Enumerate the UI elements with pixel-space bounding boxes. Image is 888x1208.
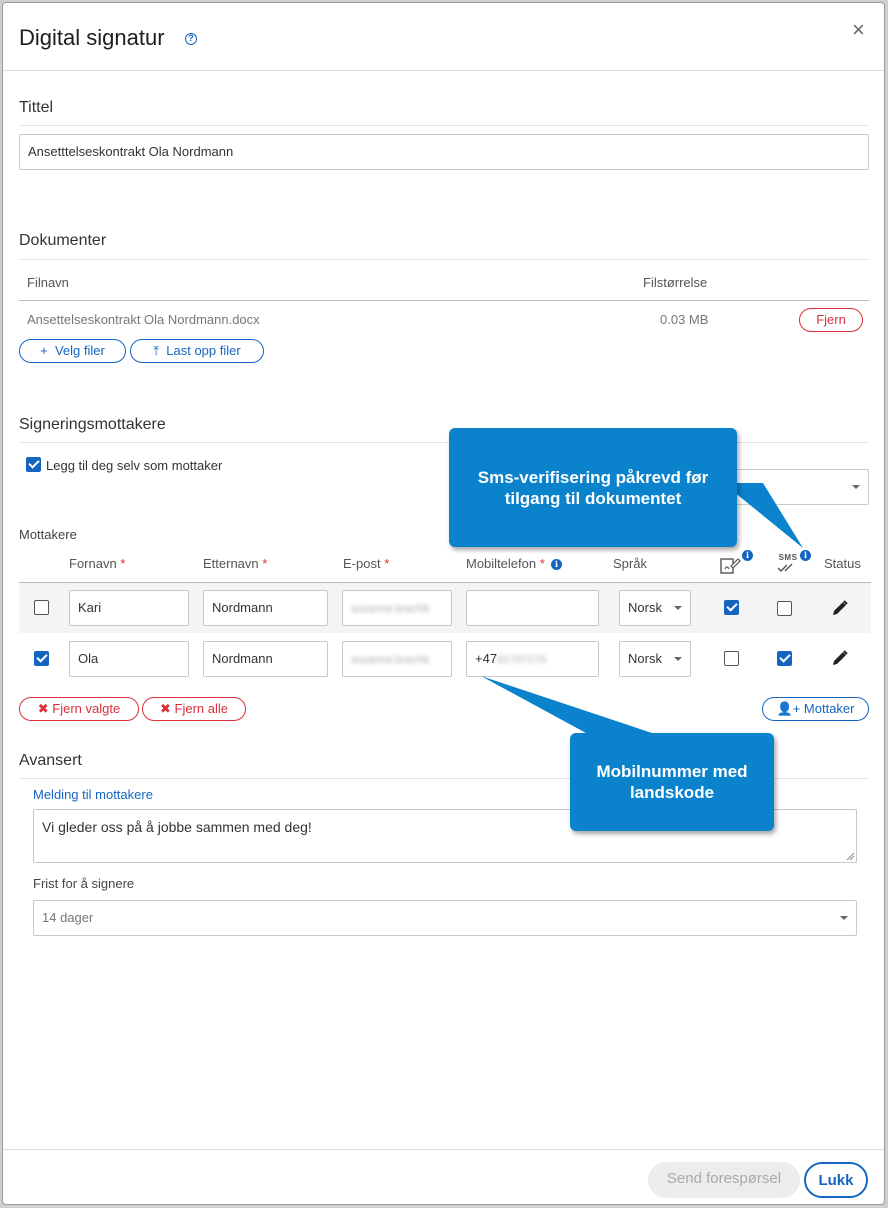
- column-header-language: Språk: [613, 556, 647, 571]
- upload-files-button[interactable]: ⤒ Last opp filer: [130, 339, 264, 363]
- sms-required-checkbox[interactable]: [777, 651, 792, 666]
- documents-section-heading: Dokumenter: [19, 232, 107, 249]
- add-recipient-button[interactable]: 👤+ Mottaker: [762, 697, 869, 721]
- choose-files-button[interactable]: + Velg filer: [19, 339, 126, 363]
- column-header-status: Status: [824, 556, 861, 571]
- divider: [19, 442, 869, 443]
- mobile-country-code: +47: [475, 651, 498, 666]
- required-mark: *: [262, 556, 268, 571]
- edit-pencil-icon[interactable]: [831, 649, 849, 667]
- title-input[interactable]: Ansetttelseskontrakt Ola Nordmann: [19, 134, 869, 170]
- close-icon[interactable]: ×: [852, 19, 865, 41]
- sign-required-checkbox[interactable]: [724, 600, 739, 615]
- signature-icon: [720, 558, 741, 574]
- remove-all-label: Fjern alle: [174, 701, 228, 716]
- remove-selected-button[interactable]: ✖ Fjern valgte: [19, 697, 139, 721]
- required-mark: *: [120, 556, 126, 571]
- recipients-label: Mottakere: [19, 527, 77, 542]
- firstname-input[interactable]: Kari: [69, 590, 189, 626]
- column-header-email: E-post *: [343, 556, 389, 571]
- advanced-section-heading: Avansert: [19, 752, 82, 769]
- mobile-info-icon[interactable]: i: [551, 559, 562, 570]
- email-input[interactable]: suzanne.brachb: [342, 641, 452, 677]
- remove-file-button[interactable]: Fjern: [799, 308, 863, 332]
- row-select-checkbox[interactable]: [34, 600, 49, 615]
- column-header-filename: Filnavn: [27, 275, 69, 290]
- divider: [19, 125, 869, 126]
- x-icon: ✖: [160, 701, 175, 716]
- dialog-footer: Send forespørsel Lukk: [3, 1149, 884, 1204]
- upload-files-label: Last opp filer: [166, 343, 241, 358]
- table-header-divider: [19, 300, 869, 301]
- email-value: suzanne.brachb: [351, 603, 430, 615]
- dialog-header: Digital signatur ? ×: [3, 3, 884, 71]
- help-icon[interactable]: ?: [185, 33, 197, 45]
- recipients-section-heading: Signeringsmottakere: [19, 416, 166, 433]
- dialog-title: Digital signatur: [19, 25, 165, 50]
- mobile-input[interactable]: +4791767276: [466, 641, 599, 677]
- upload-icon: ⤒: [153, 343, 167, 358]
- mobile-callout: Mobilnummer med landskode: [570, 733, 774, 831]
- language-select[interactable]: Norsk: [619, 641, 691, 677]
- sms-icon-text: SMS: [778, 553, 798, 562]
- chevron-down-icon: [840, 916, 848, 920]
- firstname-label: Fornavn: [69, 556, 117, 571]
- add-self-checkbox[interactable]: [26, 457, 41, 472]
- add-self-label: Legg til deg selv som mottaker: [46, 458, 223, 473]
- deadline-select[interactable]: 14 dager: [33, 900, 857, 936]
- column-header-firstname: Fornavn *: [69, 556, 125, 571]
- double-check-icon: [777, 563, 793, 572]
- column-header-filesize: Filstørrelse: [643, 275, 708, 290]
- title-section-heading: Tittel: [19, 99, 54, 116]
- sms-verification-icon: SMS: [777, 553, 799, 575]
- resize-handle-icon[interactable]: [846, 852, 855, 861]
- mobile-label: Mobiltelefon: [466, 556, 537, 571]
- close-button[interactable]: Lukk: [804, 1162, 868, 1198]
- email-input[interactable]: suzanne.brachb: [342, 590, 452, 626]
- message-label: Melding til mottakere: [33, 787, 153, 802]
- sms-callout: Sms-verifisering påkrevd før tilgang til…: [449, 428, 737, 547]
- column-header-mobile: Mobiltelefon *: [466, 556, 545, 571]
- x-icon: ✖: [37, 701, 53, 716]
- lastname-label: Etternavn: [203, 556, 259, 571]
- language-value: Norsk: [628, 600, 662, 615]
- sms-required-checkbox[interactable]: [777, 601, 792, 616]
- column-header-lastname: Etternavn *: [203, 556, 267, 571]
- required-mark: *: [539, 556, 545, 571]
- divider: [19, 259, 869, 260]
- choose-files-label: Velg filer: [54, 343, 105, 358]
- add-user-icon: 👤+: [776, 701, 804, 716]
- plus-icon: +: [40, 343, 55, 358]
- chevron-down-icon: [852, 485, 860, 489]
- email-label: E-post: [343, 556, 381, 571]
- send-request-button[interactable]: Send forespørsel: [648, 1162, 800, 1198]
- email-value: suzanne.brachb: [351, 654, 430, 666]
- mobile-number: 91767276: [497, 654, 547, 666]
- chevron-down-icon: [674, 657, 682, 661]
- remove-selected-label: Fjern valgte: [52, 701, 121, 716]
- file-name: Ansettelseskontrakt Ola Nordmann.docx: [27, 312, 260, 327]
- mobile-input[interactable]: [466, 590, 599, 626]
- remove-all-button[interactable]: ✖ Fjern alle: [142, 697, 246, 721]
- row-select-checkbox[interactable]: [34, 651, 49, 666]
- sign-required-checkbox[interactable]: [724, 651, 739, 666]
- lastname-input[interactable]: Nordmann: [203, 590, 328, 626]
- deadline-label: Frist for å signere: [33, 876, 135, 891]
- file-size: 0.03 MB: [660, 312, 709, 327]
- deadline-value: 14 dager: [42, 910, 94, 925]
- firstname-input[interactable]: Ola: [69, 641, 189, 677]
- digital-signature-dialog: Digital signatur ? × Tittel Ansetttelses…: [2, 2, 885, 1205]
- language-select[interactable]: Norsk: [619, 590, 691, 626]
- chevron-down-icon: [674, 606, 682, 610]
- required-mark: *: [384, 556, 390, 571]
- language-value: Norsk: [628, 651, 662, 666]
- edit-pencil-icon[interactable]: [831, 599, 849, 617]
- lastname-input[interactable]: Nordmann: [203, 641, 328, 677]
- add-recipient-label: Mottaker: [803, 701, 855, 716]
